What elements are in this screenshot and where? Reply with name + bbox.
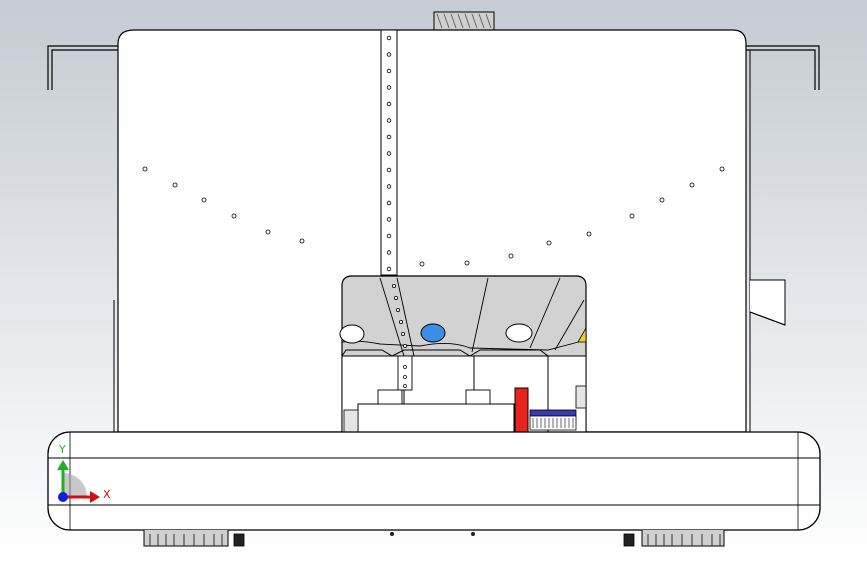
y-axis-label: Y: [59, 443, 66, 456]
strip-hole: [386, 118, 392, 123]
strip-hole: [386, 35, 392, 41]
arc-hole: [231, 213, 237, 219]
center-strip: [380, 29, 398, 276]
cad-viewport[interactable]: Y X: [0, 0, 867, 562]
strip-hole: [386, 68, 392, 74]
arc-hole: [659, 197, 665, 203]
arc-hole: [172, 182, 178, 188]
rib-hole: [398, 319, 403, 324]
strip-hole: [386, 184, 392, 189]
arc-hole: [464, 260, 470, 266]
arc-hole: [419, 261, 425, 267]
rib-hole: [393, 295, 398, 300]
arc-hole: [629, 213, 635, 219]
x-axis-label: X: [103, 488, 111, 501]
strip-hole: [386, 101, 392, 107]
strip-hole: [386, 200, 392, 206]
strip-hole: [386, 233, 392, 239]
arc-hole: [546, 240, 552, 246]
ribbon-connector: [529, 409, 577, 431]
red-connector: [514, 387, 529, 433]
strip-hole: [386, 167, 392, 173]
oval-opening-blue: [420, 323, 446, 343]
rib-hole: [400, 331, 405, 336]
arc-hole: [586, 231, 592, 237]
screw-head-left: [390, 532, 394, 536]
arc-hole: [142, 166, 148, 172]
strip-hole: [386, 217, 392, 222]
arc-hole: [508, 253, 514, 259]
arc-hole: [299, 238, 305, 244]
strip-hole: [386, 266, 392, 272]
oval-opening-right: [505, 323, 533, 343]
screw-head-right: [471, 532, 475, 536]
rib-hole: [402, 343, 407, 348]
top-knob: [433, 11, 495, 31]
arc-hole: [201, 197, 207, 203]
strip-hole: [386, 250, 392, 255]
strip-hole: [386, 52, 392, 57]
strip-hole: [386, 134, 392, 140]
arc-hole: [719, 166, 725, 172]
strip-hole: [386, 151, 392, 156]
base-plate: [47, 431, 821, 531]
arc-hole: [689, 182, 695, 188]
rib-hole: [395, 307, 400, 312]
model-view[interactable]: [0, 0, 867, 562]
rib-hole: [391, 283, 396, 288]
strip-hole: [386, 85, 392, 90]
oval-opening-left: [339, 324, 365, 344]
cavity-window: [339, 275, 587, 433]
arc-hole: [265, 229, 271, 235]
z-axis-dot: [58, 492, 68, 502]
